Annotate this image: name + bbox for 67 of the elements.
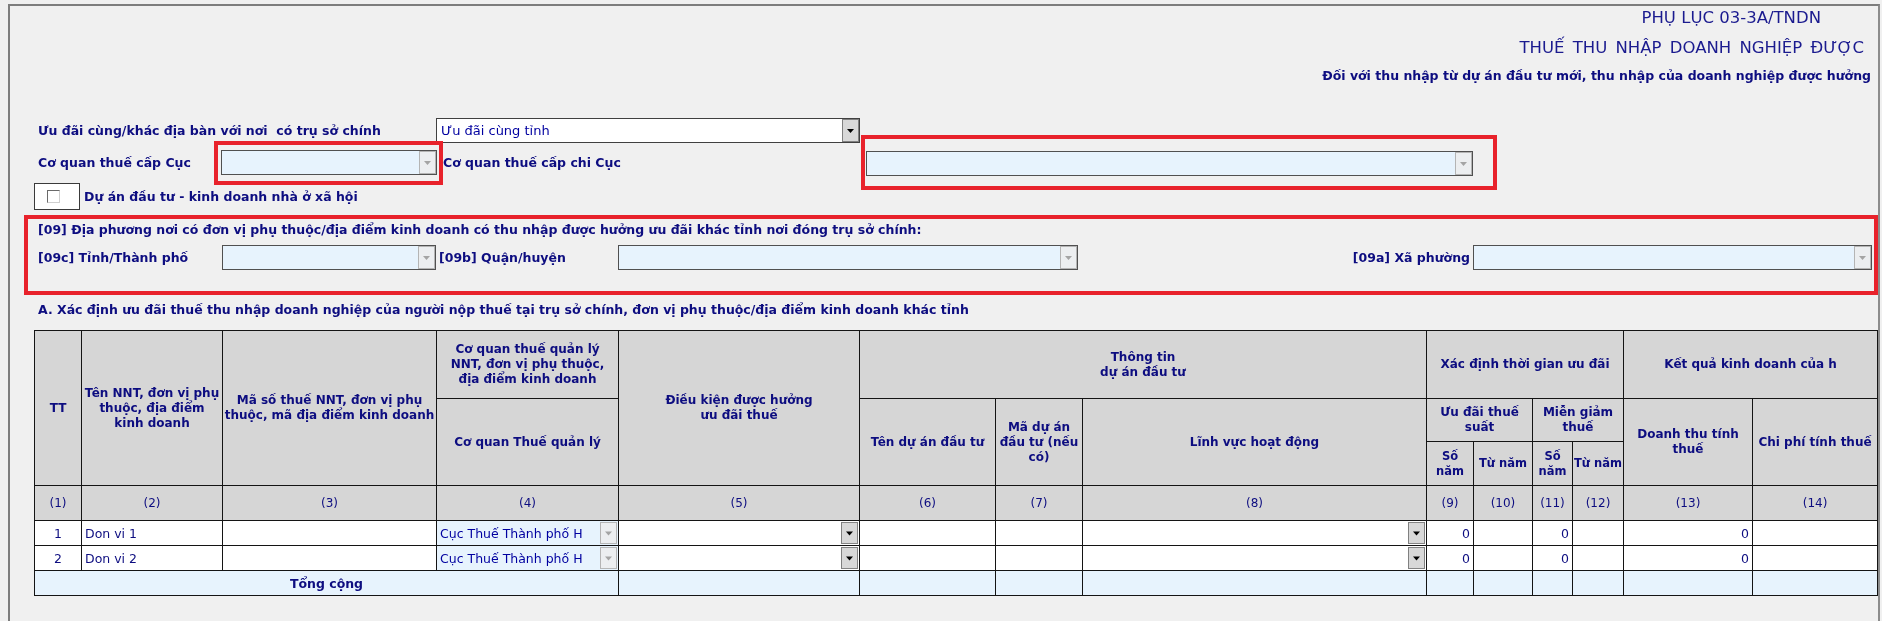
column-header: Tên dự án đầu tư bbox=[859, 398, 996, 486]
input-cell[interactable] bbox=[995, 520, 1083, 546]
column-header: TT bbox=[34, 330, 82, 486]
column-number: (9) bbox=[1426, 485, 1474, 521]
column-number: (1) bbox=[34, 485, 82, 521]
column-number: (14) bbox=[1752, 485, 1878, 521]
field-label: [09b] Quận/huyện bbox=[439, 248, 566, 267]
column-number: (12) bbox=[1572, 485, 1624, 521]
table-cell: Don vi 2 bbox=[81, 545, 223, 571]
column-header: Tên NNT, đơn vị phụ thuộc, địa điểm kinh doanh bbox=[81, 330, 223, 486]
column-header: Từ năm bbox=[1572, 441, 1624, 486]
input-cell[interactable] bbox=[222, 545, 437, 571]
column-header: Cơ quan Thuế quản lý bbox=[436, 398, 619, 486]
column-header: Kết quả kinh doanh của h bbox=[1623, 330, 1878, 399]
table-cell: 0 bbox=[1623, 520, 1753, 546]
column-number: (7) bbox=[995, 485, 1083, 521]
column-header: Cơ quan thuế quản lý NNT, đơn vị phụ thuộc, địa điểm kinh doanh bbox=[436, 330, 619, 399]
column-number: (8) bbox=[1082, 485, 1427, 521]
input-cell[interactable] bbox=[859, 520, 996, 546]
caret-icon[interactable] bbox=[842, 119, 859, 142]
column-number: (10) bbox=[1473, 485, 1533, 521]
appendix-code: PHỤ LỤC 03-3A/TNDN bbox=[1641, 7, 1821, 29]
column-header: Doanh thu tính thuế bbox=[1623, 398, 1753, 486]
input-cell[interactable] bbox=[859, 545, 996, 571]
caret-icon[interactable] bbox=[841, 522, 858, 544]
column-number: (2) bbox=[81, 485, 223, 521]
section-title: [09] Địa phương nơi có đơn vị phụ thuộc/địa điểm kinh doanh có thu nhập được hưởng ưu đãi khác tỉnh nơi đóng trụ sở chính: bbox=[38, 221, 922, 239]
column-header: Từ năm bbox=[1473, 441, 1533, 486]
column-header: Xác định thời gian ưu đãi bbox=[1426, 330, 1624, 399]
caret-icon[interactable] bbox=[1408, 547, 1425, 569]
column-header: Thông tin dự án đầu tư bbox=[859, 330, 1427, 399]
column-header: Mã dự án đầu tư (nếu có) bbox=[995, 398, 1083, 486]
table-cell: 2 bbox=[34, 545, 82, 571]
input-cell[interactable] bbox=[1752, 520, 1878, 546]
checkbox[interactable] bbox=[47, 190, 60, 203]
column-header: Số năm bbox=[1426, 441, 1474, 486]
column-header: Mã số thuế NNT, đơn vị phụ thuộc, mã địa điểm kinh doanh bbox=[222, 330, 437, 486]
caret-icon[interactable] bbox=[1408, 522, 1425, 544]
field-label: Cơ quan thuế cấp chi Cục bbox=[443, 153, 621, 172]
checkbox-label: Dự án đầu tư - kinh doanh nhà ở xã hội bbox=[84, 187, 358, 206]
form-title: THUẾ THU NHẬP DOANH NGHIỆP ĐƯỢC bbox=[1519, 37, 1864, 59]
column-header: Lĩnh vực hoạt động bbox=[1082, 398, 1427, 486]
field-label: [09a] Xã phường bbox=[1352, 248, 1470, 267]
column-number: (3) bbox=[222, 485, 437, 521]
field-label: Ưu đãi cùng/khác địa bàn với nơi có trụ sở chính bbox=[38, 121, 381, 140]
column-number: (4) bbox=[436, 485, 619, 521]
input-cell[interactable] bbox=[1752, 545, 1878, 571]
section-title: A. Xác định ưu đãi thuế thu nhập doanh nghiệp của người nộp thuế tại trụ sở chính, đơn vị phụ thuộc/địa điểm kinh doanh khác tỉnh bbox=[38, 301, 969, 319]
field-label: [09c] Tỉnh/Thành phố bbox=[38, 248, 189, 267]
form-subtitle: Đối với thu nhập từ dự án đầu tư mới, thu nhập của doanh nghiệp được hưởng bbox=[1322, 67, 1871, 85]
column-header: Số năm bbox=[1532, 441, 1573, 486]
column-header: Chi phí tính thuế bbox=[1752, 398, 1878, 486]
column-header: Miễn giảm thuế bbox=[1532, 398, 1624, 442]
table-cell: 1 bbox=[34, 520, 82, 546]
table-cell: 0 bbox=[1623, 545, 1753, 571]
column-number: (5) bbox=[618, 485, 860, 521]
table-cell: Tổng cộng bbox=[34, 570, 619, 596]
dropdown[interactable]: Ưu đãi cùng tỉnh bbox=[436, 118, 860, 143]
field-label: Cơ quan thuế cấp Cục bbox=[38, 153, 191, 172]
caret-icon[interactable] bbox=[841, 547, 858, 569]
input-cell[interactable] bbox=[222, 520, 437, 546]
input-cell[interactable] bbox=[995, 545, 1083, 571]
column-header: Điều kiện được hưởng ưu đãi thuế bbox=[618, 330, 860, 486]
column-header: Ưu đãi thuế suất bbox=[1426, 398, 1533, 442]
table-cell: Don vi 1 bbox=[81, 520, 223, 546]
column-number: (6) bbox=[859, 485, 996, 521]
column-number: (13) bbox=[1623, 485, 1753, 521]
